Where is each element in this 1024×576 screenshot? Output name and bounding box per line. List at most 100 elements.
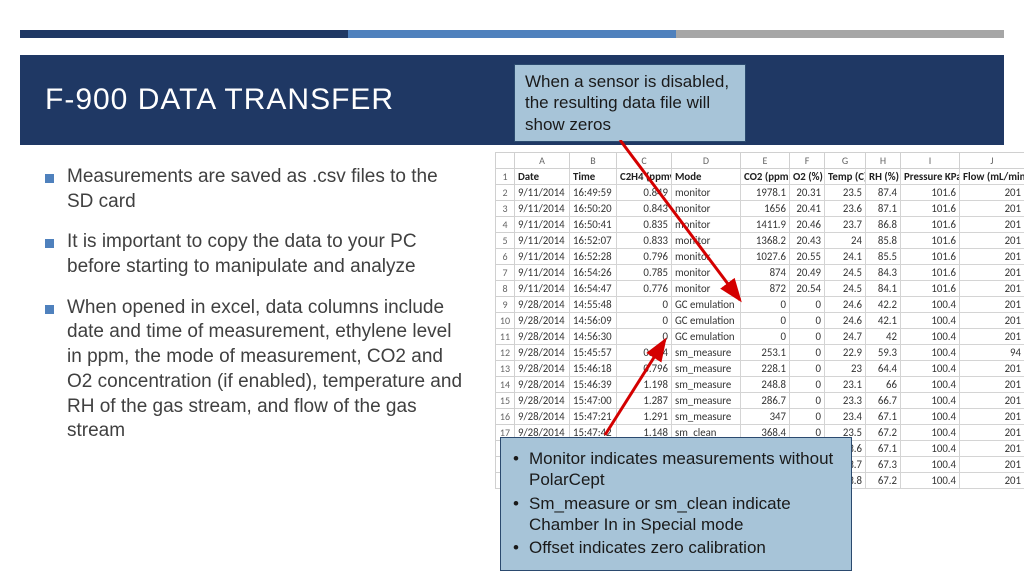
data-cell: 201 — [960, 249, 1024, 265]
data-cell: 42 — [866, 329, 901, 345]
data-cell: 14:56:30 — [570, 329, 617, 345]
data-cell: 101.6 — [901, 265, 960, 281]
data-cell: 67.2 — [866, 473, 901, 489]
data-cell: 14:56:09 — [570, 313, 617, 329]
data-cell: 64.4 — [866, 361, 901, 377]
page-title: F-900 DATA TRANSFER — [45, 83, 394, 117]
data-cell: 228.1 — [741, 361, 790, 377]
sheet-corner — [496, 153, 515, 169]
data-cell: 42.1 — [866, 313, 901, 329]
data-cell: 100.4 — [901, 425, 960, 441]
data-cell: GC emulation — [672, 297, 741, 313]
data-cell: 66 — [866, 377, 901, 393]
data-cell: 0 — [741, 297, 790, 313]
data-cell: GC emulation — [672, 313, 741, 329]
data-cell: 23 — [825, 361, 866, 377]
col-label: H — [866, 153, 901, 169]
data-cell: 201 — [960, 297, 1024, 313]
data-cell: 874 — [741, 265, 790, 281]
data-cell: 1.287 — [617, 393, 672, 409]
data-cell: sm_measure — [672, 361, 741, 377]
data-cell: sm_measure — [672, 409, 741, 425]
data-cell: 0.785 — [617, 265, 672, 281]
header-cell: CO2 (ppm — [741, 169, 790, 185]
data-cell: 87.1 — [866, 201, 901, 217]
data-cell: 9/28/2014 — [515, 345, 570, 361]
col-label: E — [741, 153, 790, 169]
data-cell: 100.4 — [901, 377, 960, 393]
header-cell: Temp (C) — [825, 169, 866, 185]
data-cell: 201 — [960, 441, 1024, 457]
row-label: 5 — [496, 233, 515, 249]
data-cell: 1656 — [741, 201, 790, 217]
data-cell: 101.6 — [901, 217, 960, 233]
row-label: 1 — [496, 169, 515, 185]
data-cell: 201 — [960, 201, 1024, 217]
data-cell: 59.3 — [866, 345, 901, 361]
data-cell: 101.6 — [901, 201, 960, 217]
data-cell: 66.7 — [866, 393, 901, 409]
data-cell: 23.7 — [825, 217, 866, 233]
data-cell: 0 — [790, 297, 825, 313]
data-cell: 201 — [960, 425, 1024, 441]
data-cell: 201 — [960, 473, 1024, 489]
data-cell: 15:47:00 — [570, 393, 617, 409]
data-cell: monitor — [672, 249, 741, 265]
row-label: 3 — [496, 201, 515, 217]
data-cell: 9/11/2014 — [515, 185, 570, 201]
data-cell: 100.4 — [901, 409, 960, 425]
data-cell: 9/11/2014 — [515, 217, 570, 233]
data-cell: 85.5 — [866, 249, 901, 265]
decorative-bar-segment — [348, 30, 676, 38]
data-cell: 87.4 — [866, 185, 901, 201]
header-cell: C2H4 (ppmv) — [617, 169, 672, 185]
data-cell: 23.4 — [825, 409, 866, 425]
data-cell: 24.1 — [825, 249, 866, 265]
data-cell: 0 — [790, 393, 825, 409]
data-cell: 24.6 — [825, 297, 866, 313]
col-label: F — [790, 153, 825, 169]
col-label: J — [960, 153, 1024, 169]
data-cell: 23.3 — [825, 393, 866, 409]
data-cell: 201 — [960, 281, 1024, 297]
data-cell: 24.5 — [825, 281, 866, 297]
data-cell: 84.3 — [866, 265, 901, 281]
row-label: 8 — [496, 281, 515, 297]
callout-item: Monitor indicates measurements without P… — [511, 448, 841, 491]
row-label: 14 — [496, 377, 515, 393]
callout-disabled-sensor: When a sensor is disabled, the resulting… — [514, 64, 746, 142]
title-bar: F-900 DATA TRANSFER — [20, 55, 1004, 145]
data-cell: 9/28/2014 — [515, 409, 570, 425]
data-cell: 201 — [960, 393, 1024, 409]
data-cell: 9/28/2014 — [515, 361, 570, 377]
data-cell: 0 — [790, 345, 825, 361]
row-label: 16 — [496, 409, 515, 425]
data-cell: 22.9 — [825, 345, 866, 361]
data-cell: 20.46 — [790, 217, 825, 233]
data-cell: 0.835 — [617, 217, 672, 233]
body-bullet: Measurements are saved as .csv files to … — [45, 165, 465, 214]
body-bullet: It is important to copy the data to your… — [45, 230, 465, 279]
data-cell: 9/28/2014 — [515, 313, 570, 329]
data-cell: 100.4 — [901, 361, 960, 377]
data-cell: 0 — [790, 377, 825, 393]
data-cell: 0.796 — [617, 361, 672, 377]
data-cell: 100.4 — [901, 393, 960, 409]
data-cell: 0.849 — [617, 185, 672, 201]
data-cell: 16:50:41 — [570, 217, 617, 233]
callout-item: Sm_measure or sm_clean indicate Chamber … — [511, 493, 841, 536]
decorative-bar-segment — [676, 30, 1004, 38]
data-cell: 101.6 — [901, 185, 960, 201]
col-label: G — [825, 153, 866, 169]
data-cell: 20.41 — [790, 201, 825, 217]
data-cell: monitor — [672, 233, 741, 249]
data-cell: 286.7 — [741, 393, 790, 409]
header-cell: Mode — [672, 169, 741, 185]
data-cell: 201 — [960, 409, 1024, 425]
accent-bar — [20, 30, 1004, 38]
data-cell: 253.1 — [741, 345, 790, 361]
data-cell: 20.43 — [790, 233, 825, 249]
data-cell: sm_measure — [672, 345, 741, 361]
data-cell: 9/11/2014 — [515, 233, 570, 249]
body-bullet: When opened in excel, data columns inclu… — [45, 296, 465, 444]
